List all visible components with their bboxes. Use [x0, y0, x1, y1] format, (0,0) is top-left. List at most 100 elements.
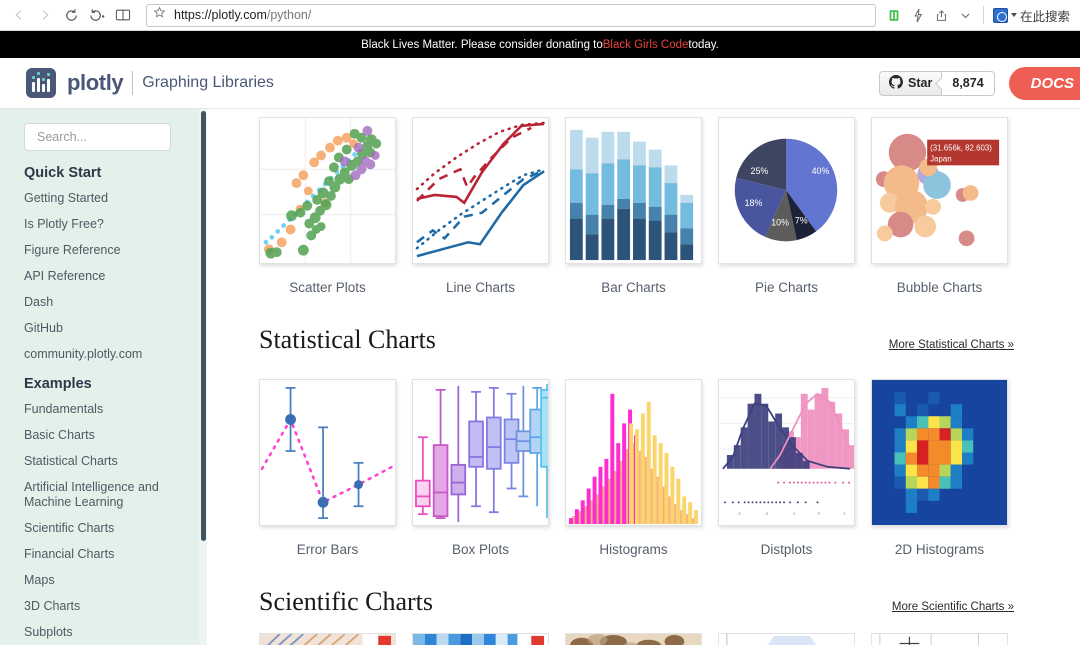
- sidebar-item-scientific-charts[interactable]: Scientific Charts: [24, 521, 179, 536]
- sidebar-item-community[interactable]: community.plotly.com: [24, 347, 179, 362]
- sidebar-item-github[interactable]: GitHub: [24, 321, 179, 336]
- svg-text:(31.656k, 82.603): (31.656k, 82.603): [930, 144, 992, 153]
- browser-toolbar: https://plotly.com/python/ 在此搜索: [0, 0, 1080, 31]
- quiver-thumb[interactable]: [871, 633, 1008, 645]
- card-label: Distplots: [760, 542, 813, 557]
- hist2d-thumb[interactable]: [871, 379, 1008, 526]
- basic-charts-row: Scatter Plots Line Charts Bar Charts 40%…: [259, 109, 1080, 295]
- search-engine-box[interactable]: 在此搜索: [989, 4, 1074, 27]
- scientific-charts-row: [259, 633, 1080, 645]
- imshow-thumb[interactable]: [565, 633, 702, 645]
- card-label: Scatter Plots: [289, 280, 366, 295]
- sidebar-item-api-reference[interactable]: API Reference: [24, 269, 179, 284]
- sidebar-item-getting-started[interactable]: Getting Started: [24, 191, 179, 206]
- svg-text:-1: -1: [792, 511, 796, 516]
- extension-green-icon[interactable]: [882, 3, 906, 27]
- blm-text-suffix: today.: [688, 38, 719, 51]
- svg-text:-3: -3: [737, 511, 741, 516]
- card-label: Box Plots: [451, 542, 510, 557]
- card-histograms[interactable]: Histograms: [565, 379, 702, 557]
- bubble-thumb[interactable]: (31.656k, 82.603) Japan: [871, 117, 1008, 264]
- page-body: Search... Quick Start Getting Started Is…: [0, 109, 1080, 645]
- reload-button[interactable]: [58, 3, 84, 27]
- more-statistical-charts-link[interactable]: More Statistical Charts »: [889, 339, 1014, 351]
- sidebar-scrollbar-thumb[interactable]: [201, 111, 206, 541]
- github-star-widget[interactable]: Star 8,874: [879, 70, 995, 96]
- card-bubble-charts[interactable]: (31.656k, 82.603) Japan Bubble Charts: [871, 117, 1008, 295]
- back-arrow-icon: [12, 8, 26, 22]
- reader-view-button[interactable]: [110, 3, 136, 27]
- sidebar-item-fundamentals[interactable]: Fundamentals: [24, 402, 179, 417]
- card-bar-charts[interactable]: Bar Charts: [565, 117, 702, 295]
- card-box-plots[interactable]: Box Plots: [412, 379, 549, 557]
- heatmap-thumb[interactable]: [412, 633, 549, 645]
- svg-text:7%: 7%: [795, 216, 808, 226]
- logo-divider: [132, 71, 134, 95]
- forward-button[interactable]: [32, 3, 58, 27]
- sidebar-search-placeholder: Search...: [37, 130, 88, 144]
- sidebar-item-subplots[interactable]: Subplots: [24, 625, 179, 640]
- sidebar-item-financial-charts[interactable]: Financial Charts: [24, 547, 179, 562]
- section-title: Scientific Charts: [259, 587, 434, 616]
- star-bookmark-icon[interactable]: [153, 6, 166, 24]
- search-engine-caret-icon[interactable]: [1010, 13, 1017, 17]
- card-distplots[interactable]: -3 -2 -1 0 1 Distplots: [718, 379, 855, 557]
- sidebar-scrollbar[interactable]: [199, 109, 207, 645]
- github-star-button[interactable]: Star: [879, 70, 943, 96]
- site-header: plotly Graphing Libraries Star 8,874 DOC…: [0, 58, 1080, 109]
- card-pie-charts[interactable]: 40% 25% 18% 10% 7% Pie Charts: [718, 117, 855, 295]
- plotly-logo-icon[interactable]: [26, 68, 56, 98]
- lightning-icon[interactable]: [906, 3, 930, 27]
- bar-thumb[interactable]: [565, 117, 702, 264]
- history-dropdown-button[interactable]: [84, 3, 110, 27]
- ternary-thumb[interactable]: [718, 633, 855, 645]
- sidebar-item-dash[interactable]: Dash: [24, 295, 179, 310]
- sidebar-item-is-plotly-free[interactable]: Is Plotly Free?: [24, 217, 179, 232]
- sidebar-item-maps[interactable]: Maps: [24, 573, 179, 588]
- pie-thumb[interactable]: 40% 25% 18% 10% 7%: [718, 117, 855, 264]
- reader-view-icon: [115, 8, 131, 22]
- url-text: https://plotly.com/python/: [174, 8, 312, 22]
- distplot-thumb[interactable]: -3 -2 -1 0 1: [718, 379, 855, 526]
- plotly-wordmark[interactable]: plotly: [67, 70, 124, 96]
- scientific-charts-section-header: Scientific Charts More Scientific Charts…: [259, 587, 1080, 617]
- github-icon: [889, 74, 904, 92]
- reload-icon: [64, 8, 79, 23]
- card-label: Line Charts: [445, 280, 516, 295]
- card-label: Pie Charts: [754, 280, 819, 295]
- sidebar-item-basic-charts[interactable]: Basic Charts: [24, 428, 179, 443]
- card-error-bars[interactable]: Error Bars: [259, 379, 396, 557]
- errorbar-thumb[interactable]: [259, 379, 396, 526]
- contour-thumb[interactable]: [259, 633, 396, 645]
- sidebar-item-3d-charts[interactable]: 3D Charts: [24, 599, 179, 614]
- chevron-down-icon[interactable]: [954, 3, 978, 27]
- search-input[interactable]: 在此搜索: [1020, 6, 1070, 25]
- header-actions: Star 8,874 DOCS: [879, 66, 1080, 100]
- share-icon[interactable]: [930, 3, 954, 27]
- docs-button[interactable]: DOCS: [1008, 66, 1080, 100]
- github-star-label: Star: [908, 76, 933, 90]
- section-title: Statistical Charts: [259, 325, 436, 354]
- sidebar-search-input[interactable]: Search...: [24, 123, 171, 151]
- more-scientific-charts-link[interactable]: More Scientific Charts »: [892, 601, 1014, 613]
- card-2d-histograms[interactable]: 2D Histograms: [871, 379, 1008, 557]
- forward-arrow-icon: [38, 8, 52, 22]
- github-star-count[interactable]: 8,874: [942, 70, 995, 96]
- blm-text-prefix: Black Lives Matter. Please consider dona…: [361, 38, 603, 51]
- card-label: Bubble Charts: [896, 280, 983, 295]
- scatter-thumb[interactable]: [259, 117, 396, 264]
- black-girls-code-link[interactable]: Black Girls Code: [603, 39, 689, 51]
- card-label: Histograms: [599, 542, 668, 557]
- svg-text:Japan: Japan: [930, 154, 951, 163]
- card-label: 2D Histograms: [894, 542, 985, 557]
- sidebar-item-ai-ml[interactable]: Artificial Intelligence and Machine Lear…: [24, 480, 179, 510]
- address-bar[interactable]: https://plotly.com/python/: [146, 3, 876, 27]
- boxplot-thumb[interactable]: [412, 379, 549, 526]
- sidebar-item-figure-reference[interactable]: Figure Reference: [24, 243, 179, 258]
- histogram-thumb[interactable]: [565, 379, 702, 526]
- back-button[interactable]: [6, 3, 32, 27]
- card-line-charts[interactable]: Line Charts: [412, 117, 549, 295]
- line-thumb[interactable]: [412, 117, 549, 264]
- card-scatter-plots[interactable]: Scatter Plots: [259, 117, 396, 295]
- sidebar-item-statistical-charts[interactable]: Statistical Charts: [24, 454, 179, 469]
